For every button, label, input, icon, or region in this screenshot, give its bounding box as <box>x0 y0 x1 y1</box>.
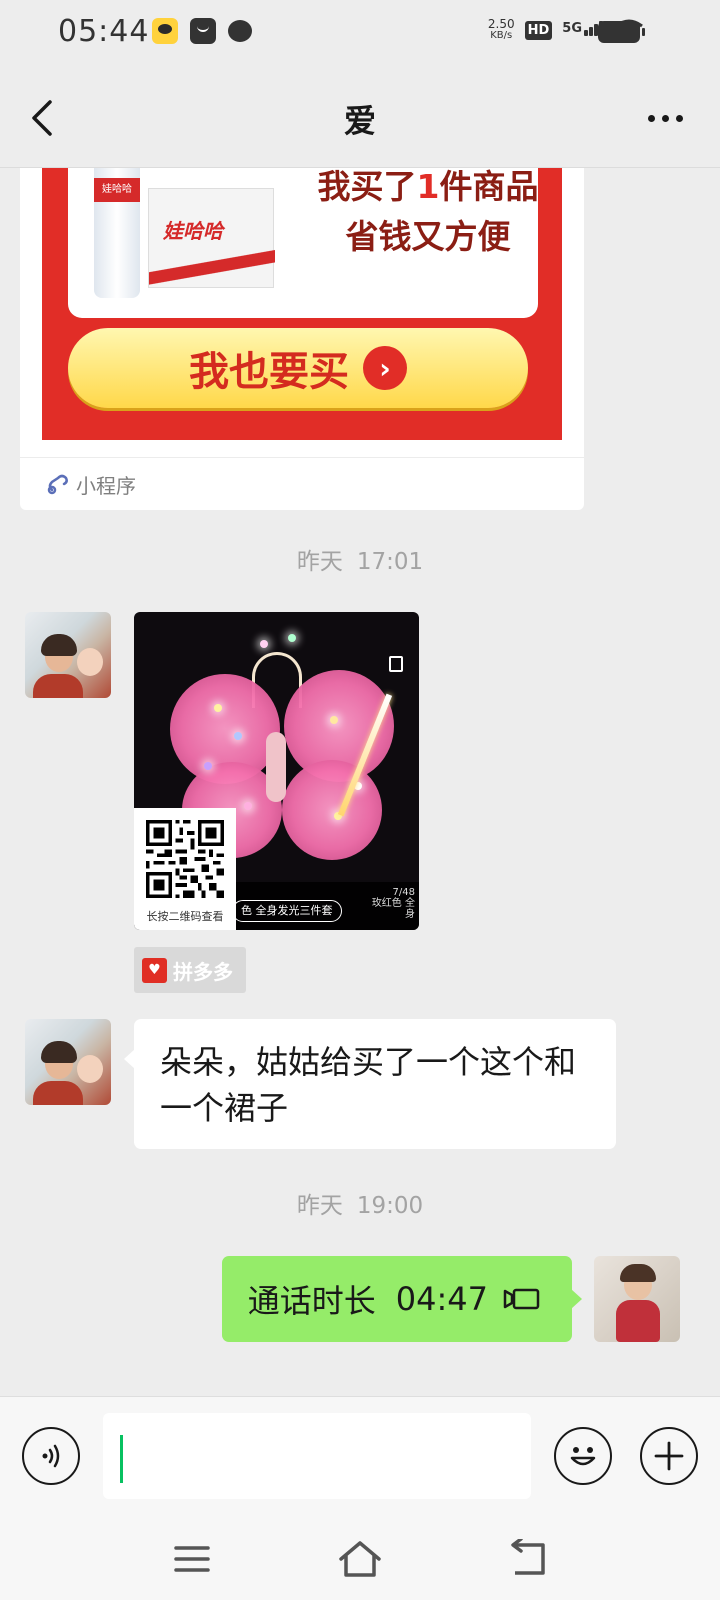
message-input[interactable] <box>103 1413 531 1499</box>
nav-menu-button[interactable] <box>162 1534 222 1584</box>
voice-icon <box>42 1444 60 1468</box>
share-icon <box>389 656 403 672</box>
message-notification-icon <box>228 20 252 42</box>
timestamp-time: 17:01 <box>356 549 424 575</box>
image-counter-value: 7/48 <box>392 887 415 898</box>
return-icon <box>511 1539 545 1575</box>
nav-home-button[interactable] <box>330 1534 390 1584</box>
promo-line-2: 省钱又方便 <box>345 217 511 256</box>
call-duration-message[interactable]: 通话时长 04:47 <box>221 1256 583 1342</box>
my-avatar[interactable] <box>594 1256 680 1342</box>
promo-product-panel: 娃哈哈 娃哈哈 我买了1件商品 省钱又方便 <box>68 168 538 318</box>
battery-icon <box>598 21 645 43</box>
app-notification-icon <box>152 18 178 44</box>
avatar[interactable] <box>25 1019 111 1105</box>
box-brand-label: 娃哈哈 <box>163 219 223 243</box>
hd-badge: HD <box>524 20 553 40</box>
timestamp-day: 昨天 <box>296 1193 343 1219</box>
promo-line-1-prefix: 我买了 <box>317 168 417 206</box>
qr-caption: 长按二维码查看 <box>146 910 224 923</box>
source-label: 拼多多 <box>173 959 233 984</box>
timestamp-time: 19:00 <box>356 1193 424 1219</box>
qr-code-panel[interactable]: 长按二维码查看 <box>134 808 236 930</box>
pinduoduo-logo-icon: ♥ <box>142 957 167 983</box>
call-duration-label: 通话时长 <box>247 1282 376 1320</box>
chat-messages[interactable]: 娃哈哈 娃哈哈 我买了1件商品 省钱又方便 我也要买 › 小程序 昨天 17:0… <box>0 168 720 1396</box>
avatar[interactable] <box>25 612 111 698</box>
bottle-brand-label: 娃哈哈 <box>94 178 140 202</box>
chat-title: 爱 <box>343 102 376 140</box>
image-counter: 7/48 玫红色 全身 <box>365 887 415 920</box>
water-bottle-image: 娃哈哈 <box>94 168 140 298</box>
status-bar: 05:44 2.50 KB/s HD 5G <box>0 0 720 70</box>
qr-code-icon <box>146 820 224 898</box>
system-nav-bar <box>0 1514 720 1600</box>
source-badge[interactable]: ♥ 拼多多 <box>134 947 246 993</box>
promo-line-1-suffix: 件商品 <box>439 168 539 206</box>
message-timestamp: 昨天 19:00 <box>0 1186 720 1220</box>
promo-banner: 娃哈哈 娃哈哈 我买了1件商品 省钱又方便 我也要买 › <box>42 168 562 440</box>
plus-icon <box>654 1441 684 1471</box>
promo-line-1: 我买了1件商品 <box>298 168 558 208</box>
more-dots-icon <box>647 114 655 122</box>
image-counter-sub: 玫红色 全身 <box>371 898 415 920</box>
mini-program-label: 小程序 <box>76 473 136 498</box>
message-timestamp: 昨天 17:01 <box>0 542 720 576</box>
more-button[interactable] <box>640 100 690 136</box>
bag-notification-icon <box>190 18 216 44</box>
nav-back-button[interactable] <box>498 1534 558 1584</box>
mini-program-icon <box>47 474 68 495</box>
emoji-icon <box>570 1447 596 1466</box>
water-box-image: 娃哈哈 <box>148 188 275 288</box>
emoji-button[interactable] <box>554 1427 612 1485</box>
promo-item-count: 1 <box>416 168 440 206</box>
timestamp-day: 昨天 <box>296 549 343 575</box>
menu-icon <box>174 1546 210 1572</box>
network-speed-value: 2.50 <box>487 17 515 31</box>
voice-button[interactable] <box>22 1427 80 1485</box>
phone-call-icon <box>503 1288 540 1310</box>
status-time: 05:44 <box>58 14 150 49</box>
chat-header: 爱 <box>0 70 720 168</box>
network-speed: 2.50 KB/s <box>488 18 515 42</box>
chevron-right-icon: › <box>363 346 407 390</box>
text-cursor <box>120 1435 123 1483</box>
notification-icons <box>152 18 252 44</box>
network-speed-unit: KB/s <box>490 30 513 41</box>
mini-program-footer: 小程序 <box>20 457 584 510</box>
product-tag: 色 全身发光三件套 <box>232 900 342 922</box>
plus-button[interactable] <box>640 1427 698 1485</box>
mini-program-card[interactable]: 娃哈哈 娃哈哈 我买了1件商品 省钱又方便 我也要买 › 小程序 <box>20 168 584 510</box>
product-share-card[interactable]: 色 全身发光三件套 7/48 玫红色 全身 长按二维码查看 <box>134 612 419 930</box>
input-bar <box>0 1396 720 1514</box>
buy-too-button[interactable]: 我也要买 › <box>68 328 528 408</box>
network-type: 5G <box>562 20 582 36</box>
received-message[interactable]: 朵朵，姑姑给买了一个这个和一个裙子 <box>124 1019 616 1149</box>
home-icon <box>339 1541 381 1577</box>
buy-too-label: 我也要买 <box>189 349 349 395</box>
call-duration-value: 04:47 <box>395 1280 488 1318</box>
